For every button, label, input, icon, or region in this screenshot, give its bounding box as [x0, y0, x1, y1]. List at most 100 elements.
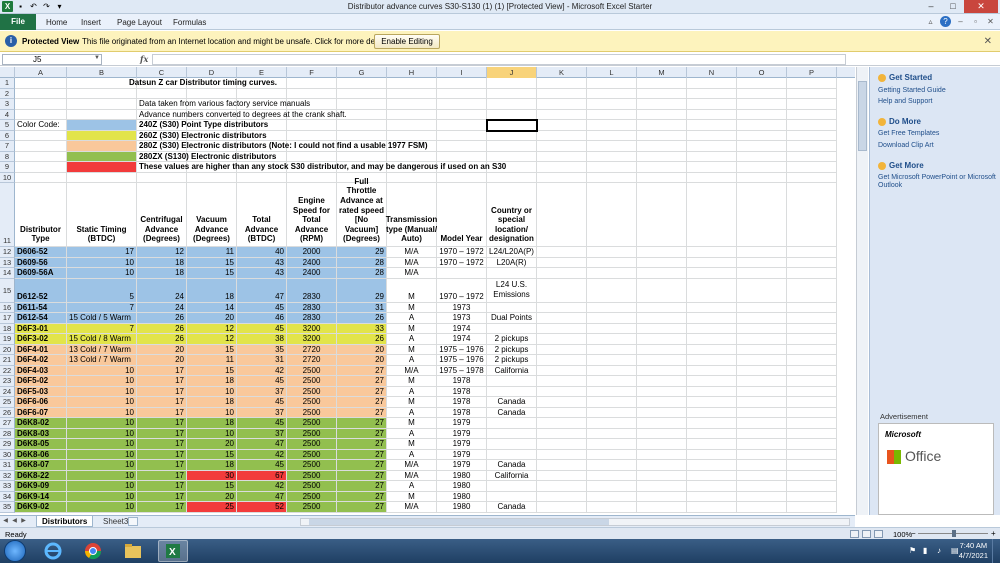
- empty-cell[interactable]: [737, 141, 787, 152]
- empty-cell[interactable]: [437, 88, 487, 99]
- column-title[interactable]: Vacuum Advance (Degrees): [187, 183, 237, 247]
- empty-cell[interactable]: [15, 130, 67, 141]
- empty-cell[interactable]: [737, 386, 787, 397]
- empty-cell[interactable]: [587, 151, 637, 162]
- data-cell[interactable]: [487, 491, 537, 502]
- empty-cell[interactable]: [537, 334, 587, 345]
- data-cell[interactable]: [437, 268, 487, 279]
- column-title[interactable]: Transmission type (Manual/ Auto): [386, 183, 437, 247]
- zoom-in-button[interactable]: +: [991, 529, 996, 538]
- data-cell[interactable]: 10: [67, 397, 137, 408]
- empty-cell[interactable]: [387, 88, 437, 99]
- empty-cell[interactable]: [687, 323, 737, 334]
- empty-cell[interactable]: [737, 109, 787, 120]
- data-cell[interactable]: 17: [137, 365, 187, 376]
- data-cell[interactable]: 35: [237, 344, 287, 355]
- empty-cell[interactable]: [787, 323, 837, 334]
- empty-cell[interactable]: [587, 278, 637, 303]
- data-cell[interactable]: 2500: [287, 460, 337, 471]
- empty-cell[interactable]: [537, 141, 587, 152]
- data-cell[interactable]: Canada: [487, 460, 537, 471]
- enable-editing-button[interactable]: Enable Editing: [374, 34, 440, 49]
- empty-cell[interactable]: [737, 302, 787, 313]
- data-cell[interactable]: 13 Cold / 7 Warm: [67, 355, 137, 366]
- empty-cell[interactable]: [637, 323, 687, 334]
- data-cell[interactable]: 2500: [287, 481, 337, 492]
- empty-cell[interactable]: [737, 130, 787, 141]
- data-cell[interactable]: 17: [67, 247, 137, 258]
- data-cell[interactable]: 38: [237, 334, 287, 345]
- empty-cell[interactable]: [787, 257, 837, 268]
- data-cell[interactable]: 17: [137, 502, 187, 513]
- data-cell[interactable]: 2830: [287, 302, 337, 313]
- data-cell[interactable]: 18: [187, 460, 237, 471]
- empty-cell[interactable]: [787, 268, 837, 279]
- data-cell[interactable]: 1974: [437, 334, 487, 345]
- column-title[interactable]: Static Timing (BTDC): [67, 183, 137, 247]
- empty-cell[interactable]: [537, 428, 587, 439]
- row-header[interactable]: 11: [0, 183, 15, 247]
- empty-cell[interactable]: [487, 109, 537, 120]
- get-more-link[interactable]: Get Microsoft PowerPoint or Microsoft Ou…: [878, 174, 996, 191]
- row-header[interactable]: 33: [0, 481, 15, 492]
- data-cell[interactable]: M: [387, 344, 437, 355]
- data-cell[interactable]: 27: [337, 481, 387, 492]
- empty-cell[interactable]: [637, 386, 687, 397]
- page-layout-view-icon[interactable]: [862, 530, 871, 538]
- first-sheet-icon[interactable]: ◀: [2, 517, 9, 526]
- data-cell[interactable]: M: [387, 397, 437, 408]
- distributor-type-cell[interactable]: D611-54: [15, 302, 67, 313]
- column-header[interactable]: P: [787, 67, 837, 78]
- distributor-type-cell[interactable]: D6K8-06: [15, 449, 67, 460]
- data-cell[interactable]: [487, 449, 537, 460]
- empty-cell[interactable]: [737, 78, 787, 89]
- data-cell[interactable]: 7: [67, 323, 137, 334]
- data-cell[interactable]: 17: [137, 407, 187, 418]
- data-cell[interactable]: 11: [187, 247, 237, 258]
- data-cell[interactable]: 42: [237, 449, 287, 460]
- data-cell[interactable]: 15: [187, 344, 237, 355]
- data-cell[interactable]: L20A(R): [487, 257, 537, 268]
- doc-close-icon[interactable]: ✕: [985, 16, 996, 27]
- empty-cell[interactable]: [637, 313, 687, 324]
- empty-cell[interactable]: [15, 99, 67, 110]
- empty-cell[interactable]: [687, 386, 737, 397]
- empty-cell[interactable]: [637, 141, 687, 152]
- legend-swatch[interactable]: [67, 120, 137, 131]
- data-cell[interactable]: A: [387, 449, 437, 460]
- distributor-type-cell[interactable]: D6K8-22: [15, 470, 67, 481]
- data-cell[interactable]: 10: [67, 386, 137, 397]
- row-header[interactable]: 14: [0, 268, 15, 279]
- empty-cell[interactable]: [737, 428, 787, 439]
- empty-cell[interactable]: [537, 130, 587, 141]
- start-button[interactable]: [4, 540, 26, 562]
- empty-cell[interactable]: [637, 418, 687, 429]
- data-cell[interactable]: 10: [67, 407, 137, 418]
- empty-cell[interactable]: [387, 99, 437, 110]
- empty-cell[interactable]: [787, 109, 837, 120]
- insert-sheet-icon[interactable]: [128, 517, 138, 526]
- empty-cell[interactable]: [537, 460, 587, 471]
- data-cell[interactable]: 2000: [287, 247, 337, 258]
- data-cell[interactable]: 52: [237, 502, 287, 513]
- empty-cell[interactable]: [637, 162, 687, 173]
- help-icon[interactable]: ?: [940, 16, 951, 27]
- empty-cell[interactable]: [787, 491, 837, 502]
- data-cell[interactable]: 31: [337, 302, 387, 313]
- data-cell[interactable]: 37: [237, 407, 287, 418]
- data-cell[interactable]: 17: [137, 491, 187, 502]
- data-cell[interactable]: 27: [337, 407, 387, 418]
- distributor-type-cell[interactable]: D6F5-02: [15, 376, 67, 387]
- distributor-type-cell[interactable]: D6K9-09: [15, 481, 67, 492]
- data-cell[interactable]: 1979: [437, 418, 487, 429]
- column-header[interactable]: G: [337, 67, 387, 78]
- empty-cell[interactable]: [687, 141, 737, 152]
- data-cell[interactable]: 45: [237, 418, 287, 429]
- empty-cell[interactable]: [587, 365, 637, 376]
- data-cell[interactable]: 17: [137, 481, 187, 492]
- data-cell[interactable]: 7: [67, 302, 137, 313]
- data-cell[interactable]: 10: [67, 365, 137, 376]
- empty-cell[interactable]: [487, 120, 537, 131]
- data-cell[interactable]: 20: [137, 344, 187, 355]
- data-cell[interactable]: A: [387, 428, 437, 439]
